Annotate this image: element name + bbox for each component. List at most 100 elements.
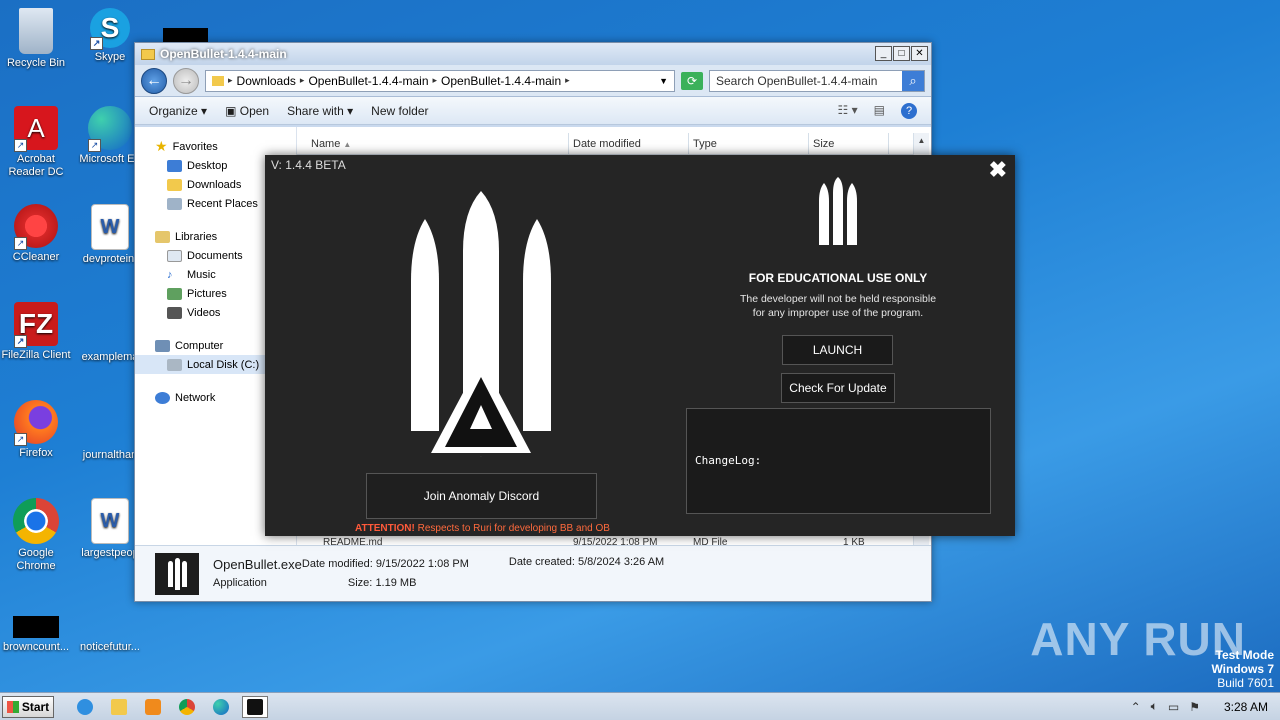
logo-letter: A (481, 455, 482, 458)
redacted-icon (13, 616, 59, 638)
chevron-right-icon[interactable]: ▸ (300, 75, 305, 86)
nav-favorites[interactable]: ★ Favorites (135, 137, 296, 156)
desktop-icon-label: Acrobat Reader DC (8, 153, 64, 178)
desktop-icon-chrome[interactable]: Google Chrome (0, 498, 72, 573)
close-icon[interactable]: ✖ (989, 159, 1007, 181)
recycle-bin-icon (19, 8, 53, 54)
taskbar-edge-icon[interactable] (208, 696, 234, 718)
view-options-icon[interactable]: ☷ ▾ (838, 103, 858, 119)
word-document-icon: W (91, 204, 129, 250)
openbullet-launcher-window: V: 1.4.4 BETA ✖ A Join Anomaly Discord A… (265, 155, 1015, 536)
details-created-col: Date created: 5/8/2024 3:26 AM (509, 553, 664, 572)
chevron-right-icon[interactable]: ▸ (433, 75, 438, 86)
disclaimer-line2: for any improper use of the program. (752, 307, 924, 319)
launch-button[interactable]: LAUNCH (782, 335, 893, 365)
join-discord-button[interactable]: Join Anomaly Discord (366, 473, 597, 519)
filezilla-icon: FZ ↗ (14, 302, 58, 348)
size-label: Size: (347, 576, 373, 589)
check-update-button[interactable]: Check For Update (781, 373, 895, 403)
taskbar-ie-icon[interactable] (72, 696, 98, 718)
desktop-icon-browncount[interactable]: browncount... (0, 616, 72, 654)
scroll-up-icon[interactable]: ▲ (914, 133, 929, 149)
desktop-icon-filezilla[interactable]: FZ ↗ FileZilla Client (0, 302, 72, 362)
changelog-box[interactable]: ChangeLog: (686, 408, 991, 514)
start-button[interactable]: Start (2, 695, 54, 718)
shortcut-arrow-icon: ↗ (14, 433, 27, 446)
preview-pane-icon[interactable]: ▤ (874, 103, 885, 119)
test-mode-notice: Test Mode Windows 7 Build 7601 (1211, 648, 1274, 690)
refresh-button[interactable]: ⟳ (681, 71, 703, 90)
breadcrumb-item[interactable]: Downloads (237, 74, 296, 88)
back-button[interactable]: ← (141, 67, 167, 94)
desktop-icon-label: Recycle Bin (6, 57, 66, 69)
changelog-label: ChangeLog: (695, 454, 762, 467)
file-icon (87, 302, 133, 348)
chevron-right-icon[interactable]: ▸ (565, 75, 570, 86)
date-modified-label: Date modified: (301, 557, 373, 570)
desktop-icon-ccleaner[interactable]: ↗ CCleaner (0, 204, 72, 264)
date-created-value: 5/8/2024 3:26 AM (577, 556, 665, 568)
computer-icon (155, 339, 170, 352)
column-size[interactable]: Size (809, 133, 889, 154)
address-bar[interactable]: ▸ Downloads ▸ OpenBullet-1.4.4-main ▸ Op… (205, 69, 675, 92)
details-name-col: OpenBullet.exe Application (213, 555, 302, 593)
attention-text: Respects to Ruri for developing BB and O… (417, 523, 610, 534)
window-controls: _ □ ✕ (875, 46, 928, 61)
details-meta-col: Date modified: 9/15/2022 1:08 PM Size: 1… (302, 555, 469, 593)
close-button[interactable]: ✕ (911, 46, 928, 61)
share-with-button[interactable]: Share with ▾ (287, 104, 353, 118)
action-center-flag-icon[interactable]: ⚑ (1189, 700, 1200, 714)
desktop-icon-label: FileZilla Client (1, 349, 71, 361)
forward-button[interactable]: → (173, 67, 199, 94)
desktop-icon-recycle-bin[interactable]: Recycle Bin (0, 8, 72, 70)
file-icon (87, 400, 133, 446)
disclaimer-line1: The developer will not be held responsib… (739, 293, 937, 305)
shortcut-arrow-icon: ↗ (14, 335, 27, 348)
pictures-icon (167, 287, 182, 300)
toolbar-right: ☷ ▾ ▤ ? (838, 102, 917, 119)
network-tray-icon[interactable]: ▭ (1168, 700, 1179, 714)
breadcrumb-item[interactable]: OpenBullet-1.4.4-main (308, 74, 428, 88)
column-type[interactable]: Type (689, 133, 809, 154)
taskbar-chrome-icon[interactable] (174, 696, 200, 718)
new-folder-button[interactable]: New folder (371, 104, 428, 118)
system-tray: ⌃ 🔈︎ ▭ ⚑ 3:28 AM (1131, 699, 1280, 714)
desktop-icon-label: CCleaner (12, 251, 60, 263)
bullets-logo-icon: A (411, 191, 551, 458)
chrome-icon (13, 498, 59, 544)
help-icon[interactable]: ? (901, 102, 917, 119)
taskbar-openbullet-icon[interactable] (242, 695, 268, 718)
column-date-modified[interactable]: Date modified (569, 133, 689, 154)
test-mode-line1: Test Mode (1215, 648, 1274, 662)
open-button[interactable]: ▣ Open (225, 104, 269, 118)
edge-icon: ↗ (88, 106, 132, 152)
organize-button[interactable]: Organize ▾ (149, 104, 207, 118)
volume-icon[interactable]: 🔈︎ (1151, 699, 1158, 714)
maximize-button[interactable]: □ (893, 46, 910, 61)
skype-icon: S ↗ (90, 8, 130, 50)
chevron-right-icon[interactable]: ▸ (228, 75, 233, 86)
window-title: OpenBullet-1.4.4-main (160, 47, 287, 61)
desktop-icon-noticefutur[interactable]: noticefutur... (74, 616, 146, 654)
acrobat-icon: A ↗ (14, 106, 58, 152)
breadcrumb-item[interactable]: OpenBullet-1.4.4-main (441, 74, 561, 88)
tray-expand-icon[interactable]: ⌃ (1131, 700, 1141, 714)
size-value: 1.19 MB (375, 576, 417, 589)
address-dropdown-icon[interactable]: ▼ (659, 76, 668, 86)
taskbar-media-player-icon[interactable] (140, 696, 166, 718)
windows-logo-icon (6, 700, 19, 713)
taskbar-explorer-icon[interactable] (106, 696, 132, 718)
desktop-icon-label: Firefox (19, 447, 53, 459)
desktop-icon-acrobat[interactable]: A ↗ Acrobat Reader DC (0, 106, 72, 179)
taskbar-pinned (72, 695, 268, 718)
desktop-icon-label: noticefutur... (80, 641, 140, 653)
minimize-button[interactable]: _ (875, 46, 892, 61)
desktop-icon-firefox[interactable]: ↗ Firefox (0, 400, 72, 460)
column-name[interactable]: Name ▲ (297, 133, 569, 154)
search-input[interactable]: Search OpenBullet-1.4.4-main ⌕ (709, 69, 925, 92)
folder-icon (141, 48, 155, 60)
search-icon[interactable]: ⌕ (902, 70, 924, 91)
explorer-titlebar[interactable]: OpenBullet-1.4.4-main _ □ ✕ (135, 43, 931, 65)
clock[interactable]: 3:28 AM (1224, 700, 1268, 714)
shortcut-arrow-icon: ↗ (14, 237, 27, 250)
